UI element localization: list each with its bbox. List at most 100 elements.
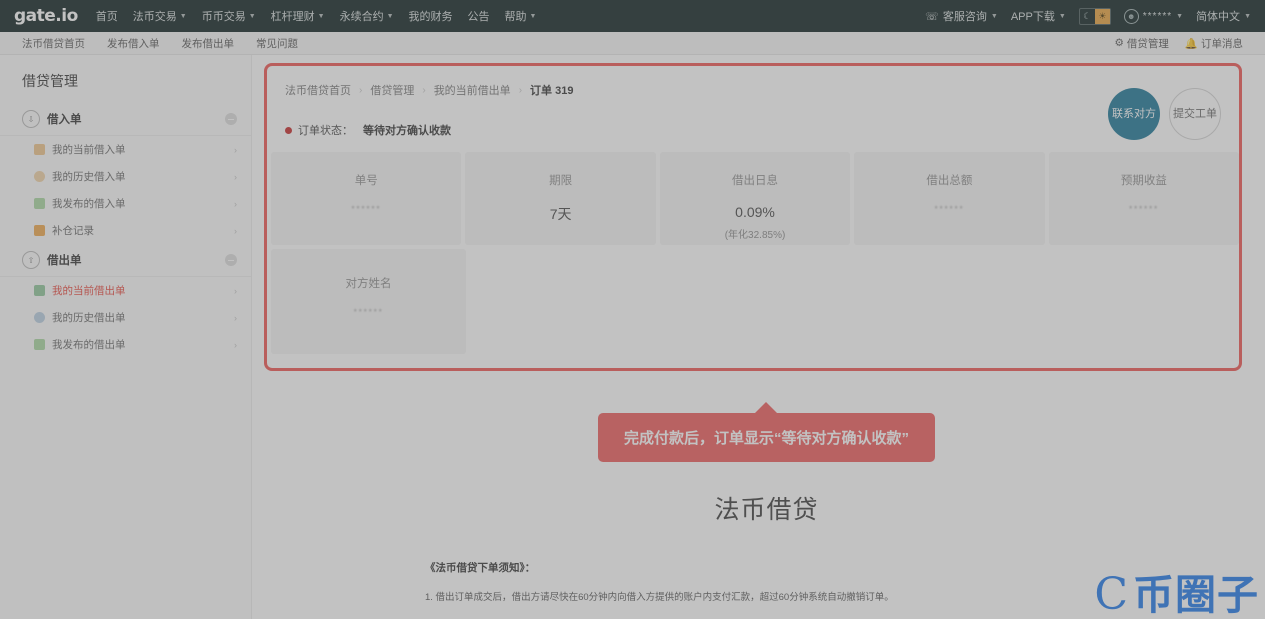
sub-navigation-bar: 法币借贷首页 发布借入单 发布借出单 常见问题 ⚙ 借贷管理 🔔 订单消息: [0, 32, 1265, 55]
customer-support-menu[interactable]: ☏ 客服咨询 ▼: [925, 8, 998, 24]
sidebar-item-current-borrow[interactable]: 我的当前借入单 ›: [0, 136, 251, 163]
watermark-logo-icon: C: [1094, 569, 1128, 620]
user-account-menu[interactable]: ☻ ****** ▼: [1123, 8, 1184, 24]
order-messages-link[interactable]: 🔔 订单消息: [1185, 36, 1243, 51]
chevron-down-icon: ▼: [1176, 12, 1184, 20]
chevron-right-icon: ›: [234, 171, 237, 182]
collapse-toggle-icon[interactable]: [225, 113, 237, 125]
chevron-down-icon: ▼: [386, 12, 394, 20]
nav-item-finance[interactable]: 我的财务: [409, 8, 453, 24]
breadcrumb-separator: ›: [359, 84, 363, 96]
bell-icon: 🔔: [1184, 37, 1198, 50]
info-card-expected-income: 预期收益 ******: [1048, 152, 1240, 245]
status-dot-icon: [285, 126, 292, 134]
nav-item-margin[interactable]: 杠杆理财 ▼: [271, 8, 325, 24]
gate-io-logo[interactable]: gate.io: [14, 6, 78, 26]
watermark-text: 币圈子: [1133, 571, 1259, 618]
order-messages-label: 订单消息: [1201, 37, 1243, 50]
callout-wrapper: 完成付款后，订单显示“等待对方确认收款”: [268, 380, 1265, 462]
nav-label: 永续合约: [339, 11, 384, 23]
nav-label: 我的财务: [408, 11, 453, 23]
nav-label: 首页: [95, 11, 118, 23]
subnav-item-lending-home[interactable]: 法币借贷首页: [22, 36, 85, 51]
breadcrumb-current-order: 订单 319: [530, 85, 574, 97]
chevron-down-icon: ▼: [529, 12, 537, 20]
clock-icon: [34, 312, 45, 323]
nav-item-help[interactable]: 帮助 ▼: [505, 8, 537, 24]
breadcrumb-item-current-lend[interactable]: 我的当前借出单: [434, 82, 511, 98]
username-masked: ******: [1142, 10, 1173, 22]
order-info-cards: 单号 ****** 期限 7天 借出日息 0.09% (年化32.85%) 借出…: [271, 138, 1240, 245]
breadcrumb-item-lending-management[interactable]: 借贷管理: [370, 82, 414, 98]
nav-item-home[interactable]: 首页: [96, 8, 118, 24]
moon-icon[interactable]: ☾: [1080, 9, 1095, 24]
contact-counterparty-button[interactable]: 联系对方: [1108, 88, 1160, 140]
sidebar-item-published-borrow[interactable]: 我发布的借入单 ›: [0, 190, 251, 217]
theme-toggle[interactable]: ☾ ☀: [1078, 7, 1111, 25]
card-sub-value: (年化32.85%): [724, 230, 786, 241]
main-content: 法币借贷首页 › 借贷管理 › 我的当前借出单 › 订单 319 联系对方 提交…: [252, 55, 1265, 619]
avatar: ☻: [1123, 8, 1139, 24]
lending-management-label: 借贷管理: [1126, 37, 1169, 50]
sidebar-item-margin-call-records[interactable]: 补仓记录 ›: [0, 217, 251, 244]
collapse-toggle-icon[interactable]: [225, 254, 237, 266]
sidebar-item-current-lend[interactable]: 我的当前借出单 ›: [0, 277, 251, 304]
card-value: 7天: [549, 206, 572, 222]
document-icon: [34, 144, 45, 155]
app-download-menu[interactable]: APP下载 ▼: [1011, 8, 1066, 24]
top-right-controls: ☏ 客服咨询 ▼ APP下载 ▼ ☾ ☀ ☻ ****** ▼ 简体中文 ▼: [925, 7, 1251, 25]
sidebar-title: 借贷管理: [22, 73, 78, 89]
sun-icon[interactable]: ☀: [1094, 8, 1110, 24]
sidebar-item-history-borrow[interactable]: 我的历史借入单 ›: [0, 163, 251, 190]
chevron-down-icon: ▼: [179, 12, 187, 20]
order-action-buttons: 联系对方 提交工单: [1108, 88, 1221, 140]
card-label: 期限: [549, 175, 573, 187]
subnav-item-post-lend[interactable]: 发布借出单: [182, 36, 235, 51]
nav-label: 杠杆理财: [270, 11, 315, 23]
language-selector[interactable]: 简体中文 ▼: [1196, 8, 1251, 24]
nav-item-fiat-trade[interactable]: 法币交易 ▼: [133, 8, 187, 24]
sidebar-item-history-lend[interactable]: 我的历史借出单 ›: [0, 304, 251, 331]
wallet-icon: [34, 225, 45, 236]
chevron-right-icon: ›: [234, 144, 237, 155]
headset-icon: ☏: [925, 10, 939, 23]
main-nav: 首页 法币交易 ▼ 币币交易 ▼ 杠杆理财 ▼ 永续合约 ▼ 我的财务 公告 帮助 ▼: [96, 8, 537, 24]
sidebar-item-label: 我的历史借出单: [52, 312, 126, 324]
card-value-masked: ******: [934, 204, 965, 214]
card-value-masked: ******: [353, 307, 384, 317]
order-status-label: 订单状态：: [298, 125, 353, 137]
nav-item-announcement[interactable]: 公告: [468, 8, 490, 24]
body-wrapper: 借贷管理 ⇩ 借入单 我的当前借入单 › 我的历史借入单 › 我发布的借入单 ›: [0, 55, 1265, 619]
order-status-value: 等待对方确认收款: [363, 125, 451, 137]
sidebar-item-published-lend[interactable]: 我发布的借出单 ›: [0, 331, 251, 358]
app-download-label: APP下载: [1010, 11, 1055, 23]
sidebar-item-label: 我的当前借出单: [52, 285, 126, 297]
lending-management-link[interactable]: ⚙ 借贷管理: [1115, 36, 1169, 51]
chevron-down-icon: ▼: [1058, 12, 1066, 20]
send-icon: [34, 198, 45, 209]
sidebar-group-borrow[interactable]: ⇩ 借入单: [0, 103, 251, 136]
info-card-order-number: 单号 ******: [271, 152, 462, 245]
subnav-item-faq[interactable]: 常见问题: [256, 36, 298, 51]
nav-label: 法币交易: [132, 11, 177, 23]
submit-ticket-button[interactable]: 提交工单: [1169, 88, 1221, 140]
nav-item-perpetual[interactable]: 永续合约 ▼: [340, 8, 394, 24]
clock-icon: [34, 171, 45, 182]
breadcrumb-item-lending-home[interactable]: 法币借贷首页: [285, 82, 351, 98]
breadcrumb-separator: ›: [518, 84, 523, 96]
info-card-counterparty-name: 对方姓名 ******: [271, 249, 466, 354]
card-label: 借出总额: [926, 175, 973, 187]
chevron-down-icon: ▼: [317, 12, 325, 20]
subnav-item-post-borrow[interactable]: 发布借入单: [107, 36, 160, 51]
info-card-daily-interest: 借出日息 0.09% (年化32.85%): [659, 152, 851, 245]
sidebar-item-label: 我的历史借入单: [52, 171, 126, 183]
nav-item-coin-trade[interactable]: 币币交易 ▼: [202, 8, 256, 24]
chevron-right-icon: ›: [234, 225, 237, 236]
card-value-masked: ******: [1128, 204, 1159, 214]
chevron-right-icon: ›: [234, 285, 237, 296]
chevron-down-icon: ▼: [990, 12, 998, 20]
card-value: 0.09%: [735, 204, 775, 220]
sidebar-group-lend[interactable]: ⇧ 借出单: [0, 244, 251, 277]
gear-icon: ⚙: [1114, 37, 1124, 49]
instruction-callout: 完成付款后，订单显示“等待对方确认收款”: [597, 402, 935, 462]
